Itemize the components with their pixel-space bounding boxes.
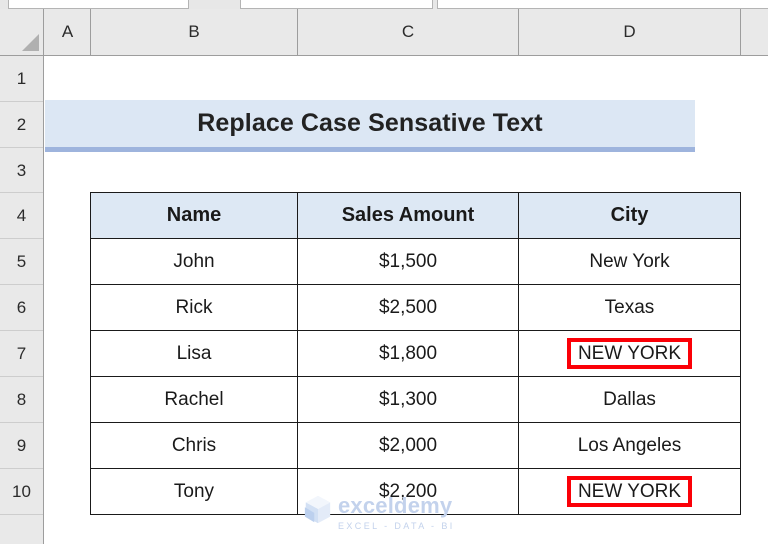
cell-name[interactable]: Rachel (90, 376, 298, 423)
toolbar-strip (0, 0, 768, 9)
table-row: Rachel $1,300 Dallas (90, 376, 741, 423)
row-header-9[interactable]: 9 (0, 423, 43, 469)
table-row: John $1,500 New York (90, 238, 741, 285)
row-header-3[interactable]: 3 (0, 148, 43, 193)
cell-city[interactable]: Los Angeles (518, 422, 741, 469)
select-all-button[interactable] (0, 9, 44, 55)
column-header-name[interactable]: Name (90, 192, 298, 239)
table-header-row: Name Sales Amount City (90, 192, 741, 239)
row-header-6[interactable]: 6 (0, 285, 43, 331)
watermark-tagline: EXCEL - DATA - BI (338, 521, 455, 531)
row-header-1[interactable]: 1 (0, 56, 43, 102)
column-header-b[interactable]: B (91, 9, 298, 55)
row-header-10[interactable]: 10 (0, 469, 43, 515)
column-header-c[interactable]: C (298, 9, 519, 55)
cell-city[interactable]: Dallas (518, 376, 741, 423)
spreadsheet-app: A B C D 1 2 3 4 5 6 7 8 9 10 Replace Cas… (0, 0, 768, 544)
select-all-triangle-icon (22, 34, 39, 51)
row-header-5[interactable]: 5 (0, 239, 43, 285)
cell-sales-amount[interactable]: $2,500 (297, 284, 519, 331)
cell-name[interactable]: John (90, 238, 298, 285)
cell-name[interactable]: Chris (90, 422, 298, 469)
column-header-amount[interactable]: Sales Amount (297, 192, 519, 239)
table-row: Tony $2,200 NEW YORK (90, 468, 741, 515)
column-header-a[interactable]: A (45, 9, 91, 55)
column-header-d[interactable]: D (519, 9, 741, 55)
cell-city[interactable]: New York (518, 238, 741, 285)
cell-name[interactable]: Lisa (90, 330, 298, 377)
table-row: Chris $2,000 Los Angeles (90, 422, 741, 469)
highlight-box: NEW YORK (566, 475, 693, 508)
page-title: Replace Case Sensative Text (197, 109, 543, 137)
cell-city-text: Los Angeles (577, 434, 682, 456)
cell-sales-amount[interactable]: $2,200 (297, 468, 519, 515)
name-box[interactable] (8, 0, 189, 9)
cell-sales-amount[interactable]: $1,500 (297, 238, 519, 285)
cell-city-text: New York (589, 250, 670, 272)
table-row: Lisa $1,800 NEW YORK (90, 330, 741, 377)
sheet-title-banner[interactable]: Replace Case Sensative Text (45, 100, 695, 152)
cell-city-text: Texas (604, 296, 655, 318)
column-header-city[interactable]: City (518, 192, 741, 239)
cell-city[interactable]: Texas (518, 284, 741, 331)
row-header-2[interactable]: 2 (0, 102, 43, 148)
row-header-8[interactable]: 8 (0, 377, 43, 423)
highlight-box: NEW YORK (566, 337, 693, 370)
cell-sales-amount[interactable]: $1,800 (297, 330, 519, 377)
cell-city-text: Dallas (603, 388, 656, 410)
cell-name[interactable]: Rick (90, 284, 298, 331)
table-body: John $1,500 New York Rick $2,500 Texas Lisa $1,… (90, 238, 741, 515)
row-header-4[interactable]: 4 (0, 193, 43, 239)
formula-bar-right[interactable] (437, 0, 768, 9)
cell-sales-amount[interactable]: $2,000 (297, 422, 519, 469)
row-header-11[interactable] (0, 515, 43, 544)
cell-name[interactable]: Tony (90, 468, 298, 515)
row-header-7[interactable]: 7 (0, 331, 43, 377)
data-table: Name Sales Amount City John $1,500 New Yor… (90, 192, 741, 515)
formula-bar-left[interactable] (240, 0, 433, 9)
cell-city-highlighted[interactable]: NEW YORK (518, 330, 741, 377)
row-header-column: 1 2 3 4 5 6 7 8 9 10 (0, 56, 44, 544)
cell-city-highlighted[interactable]: NEW YORK (518, 468, 741, 515)
cell-sales-amount[interactable]: $1,300 (297, 376, 519, 423)
column-header-e[interactable] (741, 9, 768, 55)
table-row: Rick $2,500 Texas (90, 284, 741, 331)
column-header-row: A B C D (0, 9, 768, 56)
